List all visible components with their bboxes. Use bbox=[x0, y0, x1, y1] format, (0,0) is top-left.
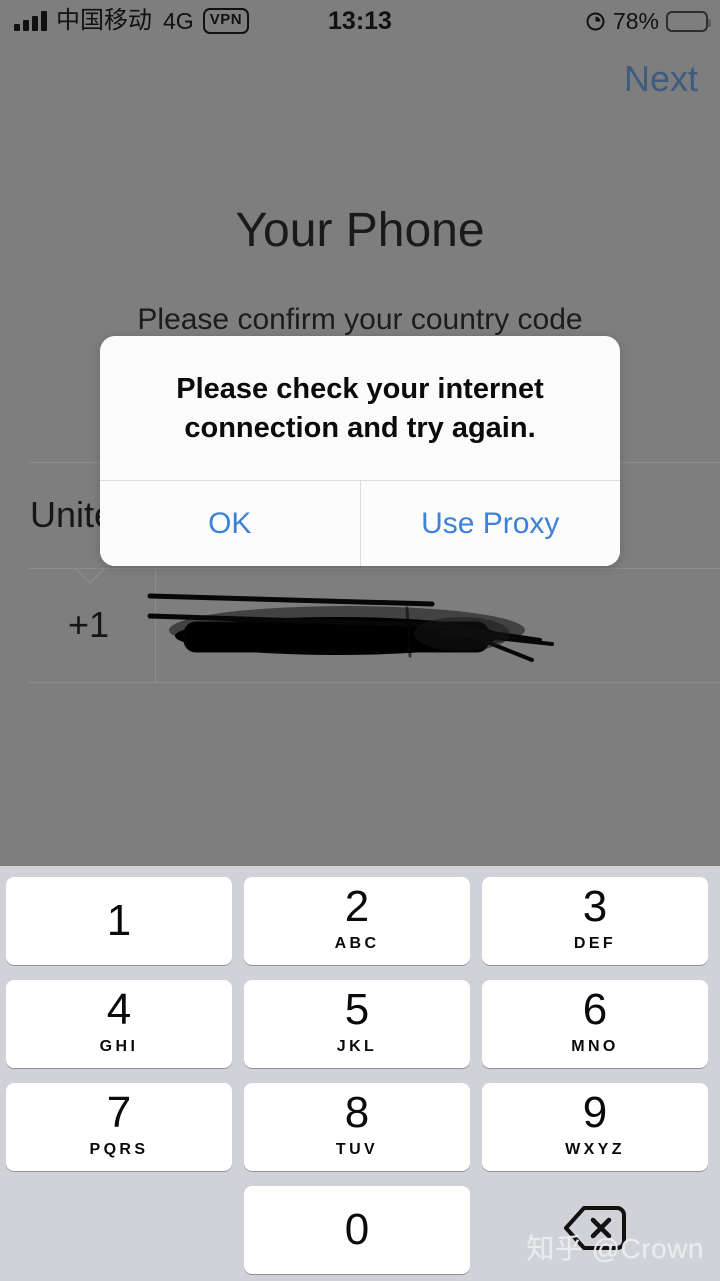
code-field-separator bbox=[155, 570, 156, 682]
divider-middle bbox=[28, 568, 720, 569]
key-letters: PQRS bbox=[89, 1141, 149, 1158]
clock-label: 13:13 bbox=[328, 6, 392, 35]
keypad-row-1: 1 2 ABC 3 DEF bbox=[0, 877, 720, 965]
key-letters: MNO bbox=[571, 1038, 619, 1055]
key-4[interactable]: 4 GHI bbox=[6, 980, 232, 1068]
key-digit: 1 bbox=[106, 896, 132, 945]
key-letters: JKL bbox=[336, 1038, 378, 1055]
key-letters: ABC bbox=[334, 935, 380, 952]
status-bar: 中国移动 4G VPN 13:13 78% bbox=[0, 0, 720, 42]
phone-number-redaction bbox=[132, 578, 582, 678]
next-button[interactable]: Next bbox=[624, 58, 698, 100]
key-3[interactable]: 3 DEF bbox=[482, 877, 708, 965]
key-letters: DEF bbox=[573, 935, 617, 952]
key-2[interactable]: 2 ABC bbox=[244, 877, 470, 965]
key-digit: 3 bbox=[582, 882, 608, 931]
key-5[interactable]: 5 JKL bbox=[244, 980, 470, 1068]
page-title: Your Phone bbox=[235, 204, 485, 257]
key-letters: WXYZ bbox=[565, 1141, 625, 1158]
status-bar-right: 78% bbox=[585, 0, 711, 42]
key-digit: 6 bbox=[582, 985, 608, 1034]
keypad-spacer bbox=[6, 1186, 232, 1274]
alert-actions: OK Use Proxy bbox=[100, 480, 620, 566]
keypad-row-2: 4 GHI 5 JKL 6 MNO bbox=[0, 980, 720, 1068]
numeric-keypad: 1 2 ABC 3 DEF 4 GHI 5 JKL 6 MNO 7 PQRS 8… bbox=[0, 866, 720, 1281]
country-code-label: +1 bbox=[68, 604, 110, 645]
key-digit: 0 bbox=[344, 1205, 370, 1254]
key-letters: TUV bbox=[335, 1141, 379, 1158]
key-digit: 4 bbox=[106, 985, 132, 1034]
battery-percent-label: 78% bbox=[612, 7, 659, 34]
alert-message: Please check your internet connection an… bbox=[176, 373, 544, 444]
key-8[interactable]: 8 TUV bbox=[244, 1083, 470, 1171]
battery-icon bbox=[666, 10, 711, 32]
watermark-label: 知乎 @Crown bbox=[526, 1233, 704, 1264]
key-digit: 8 bbox=[344, 1088, 370, 1137]
rotation-lock-icon bbox=[585, 11, 606, 32]
page-subtitle: Please confirm your country code bbox=[137, 303, 583, 336]
alert-use-proxy-button[interactable]: Use Proxy bbox=[359, 481, 620, 566]
key-digit: 2 bbox=[344, 882, 370, 931]
alert-ok-button[interactable]: OK bbox=[100, 481, 360, 566]
key-digit: 9 bbox=[582, 1088, 608, 1137]
key-digit: 5 bbox=[344, 985, 370, 1034]
divider-bottom bbox=[28, 682, 720, 683]
keypad-row-3: 7 PQRS 8 TUV 9 WXYZ bbox=[0, 1083, 720, 1171]
key-0[interactable]: 0 bbox=[244, 1186, 470, 1274]
key-7[interactable]: 7 PQRS bbox=[6, 1083, 232, 1171]
phone-screen: 中国移动 4G VPN 13:13 78% Next Your Phone Pl… bbox=[0, 0, 720, 1281]
key-9[interactable]: 9 WXYZ bbox=[482, 1083, 708, 1171]
key-6[interactable]: 6 MNO bbox=[482, 980, 708, 1068]
key-1[interactable]: 1 bbox=[6, 877, 232, 965]
alert-dialog: Please check your internet connection an… bbox=[100, 336, 620, 566]
key-letters: GHI bbox=[99, 1038, 139, 1055]
key-digit: 7 bbox=[106, 1088, 132, 1137]
alert-body: Please check your internet connection an… bbox=[100, 336, 620, 481]
